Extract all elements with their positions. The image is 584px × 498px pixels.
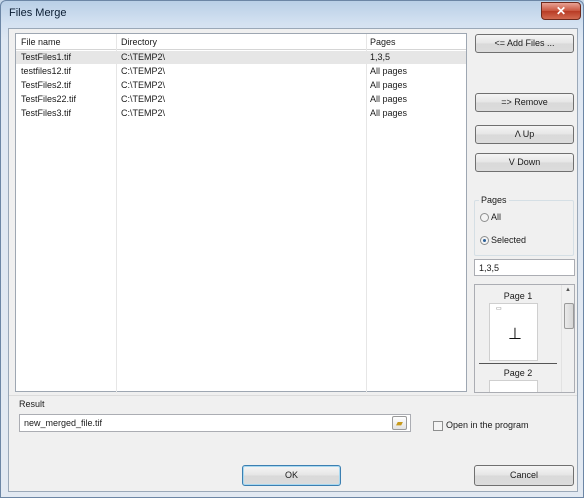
result-label: Result bbox=[19, 399, 45, 409]
directory-cell: C:\TEMP2\ bbox=[121, 108, 166, 118]
add-files-button[interactable]: <= Add Files ... bbox=[475, 34, 574, 53]
page-1-thumbnail[interactable]: ▭ ⊥ bbox=[489, 303, 538, 361]
pages-group: Pages All Selected bbox=[474, 195, 574, 256]
section-divider bbox=[9, 395, 577, 396]
result-file-input[interactable]: new_merged_file.tif bbox=[19, 414, 411, 432]
scroll-up-arrow-icon[interactable]: ▲ bbox=[565, 287, 571, 293]
radio-all-label: All bbox=[491, 212, 502, 222]
pages-cell: All pages bbox=[370, 66, 408, 76]
directory-cell: C:\TEMP2\ bbox=[121, 94, 166, 104]
page-1-glyph: ⊥ bbox=[508, 326, 522, 343]
thumbnail-scrollbar[interactable]: ▲ bbox=[561, 285, 574, 392]
dialog-client-area: File name Directory Pages TestFiles1.tif… bbox=[8, 28, 578, 492]
radio-selected[interactable]: Selected bbox=[480, 235, 527, 246]
remove-button[interactable]: => Remove bbox=[475, 93, 574, 112]
pages-group-title: Pages bbox=[479, 195, 509, 205]
open-in-program-checkbox[interactable] bbox=[433, 421, 443, 431]
file-name-cell: TestFiles1.tif bbox=[21, 52, 72, 62]
files-merge-window: Files Merge ✕ File name Directory Pages … bbox=[0, 0, 584, 498]
printer-icon: ▭ bbox=[496, 306, 502, 312]
page-2-thumbnail[interactable] bbox=[489, 380, 538, 392]
directory-cell: C:\TEMP2\ bbox=[121, 80, 166, 90]
directory-cell: C:\TEMP2\ bbox=[121, 52, 166, 62]
file-name-cell: testfiles12.tif bbox=[21, 66, 72, 76]
folder-icon: ▰ bbox=[396, 418, 403, 428]
move-up-button[interactable]: Λ Up bbox=[475, 125, 574, 144]
move-down-button[interactable]: V Down bbox=[475, 153, 574, 172]
pages-cell: 1,3,5 bbox=[370, 52, 391, 62]
pages-cell: All pages bbox=[370, 80, 408, 90]
close-button[interactable]: ✕ bbox=[541, 2, 581, 20]
open-in-program-label: Open in the program bbox=[446, 420, 529, 430]
file-name-cell: TestFiles3.tif bbox=[21, 108, 72, 118]
file-row[interactable]: TestFiles22.tif C:\TEMP2\ All pages bbox=[16, 93, 466, 106]
cancel-button[interactable]: Cancel bbox=[474, 465, 574, 486]
thumbnail-separator bbox=[479, 363, 557, 364]
radio-all-circle[interactable] bbox=[480, 213, 489, 223]
ok-button[interactable]: OK bbox=[242, 465, 341, 486]
thumbnail-area: Page 1 ▭ ⊥ Page 2 bbox=[475, 285, 561, 392]
directory-cell: C:\TEMP2\ bbox=[121, 66, 166, 76]
radio-selected-circle[interactable] bbox=[480, 236, 489, 246]
file-name-cell: TestFiles22.tif bbox=[21, 94, 77, 104]
file-row[interactable]: testfiles12.tif C:\TEMP2\ All pages bbox=[16, 65, 466, 78]
file-row[interactable]: TestFiles1.tif C:\TEMP2\ 1,3,5 bbox=[16, 51, 466, 64]
column-header-file-name[interactable]: File name bbox=[21, 37, 61, 47]
pages-cell: All pages bbox=[370, 108, 408, 118]
radio-selected-label: Selected bbox=[491, 235, 527, 245]
file-list[interactable]: File name Directory Pages TestFiles1.tif… bbox=[15, 33, 467, 393]
column-header-pages[interactable]: Pages bbox=[370, 37, 396, 47]
file-row[interactable]: TestFiles2.tif C:\TEMP2\ All pages bbox=[16, 79, 466, 92]
page-thumbnails[interactable]: Page 1 ▭ ⊥ Page 2 ▲ bbox=[474, 284, 575, 393]
page-1-label: Page 1 bbox=[503, 291, 533, 301]
page-2-label: Page 2 bbox=[503, 368, 533, 378]
close-icon: ✕ bbox=[555, 4, 567, 18]
column-header-directory[interactable]: Directory bbox=[121, 37, 157, 47]
scroll-thumb[interactable] bbox=[564, 303, 574, 329]
browse-folder-button[interactable]: ▰ bbox=[392, 416, 407, 430]
radio-all[interactable]: All bbox=[480, 212, 502, 223]
pages-input[interactable]: 1,3,5 bbox=[474, 259, 575, 276]
list-header: File name Directory Pages bbox=[16, 34, 466, 50]
file-name-cell: TestFiles2.tif bbox=[21, 80, 72, 90]
window-title: Files Merge bbox=[9, 7, 67, 19]
file-row[interactable]: TestFiles3.tif C:\TEMP2\ All pages bbox=[16, 107, 466, 120]
pages-cell: All pages bbox=[370, 94, 408, 104]
